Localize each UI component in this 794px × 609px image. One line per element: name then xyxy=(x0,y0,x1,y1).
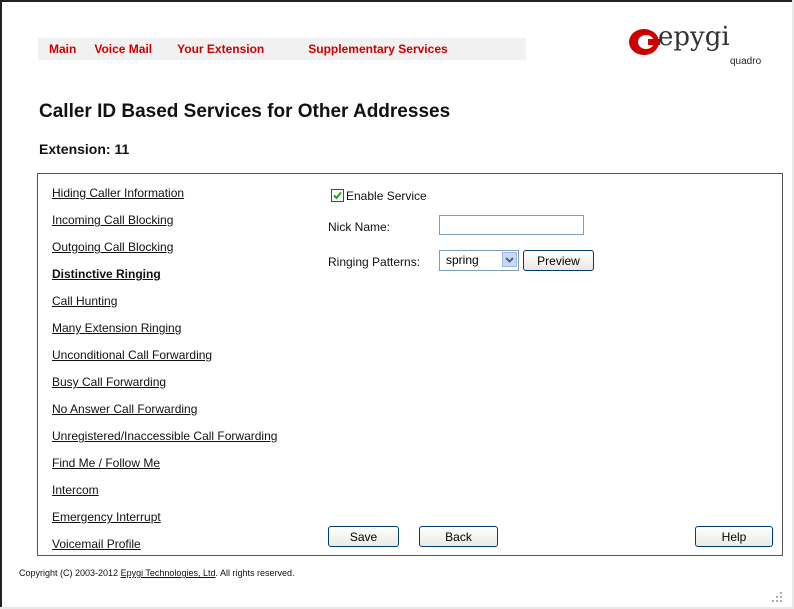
sidebar-item-voicemail-profile[interactable]: Voicemail Profile xyxy=(52,537,141,551)
sidebar-item-find-me-follow-me[interactable]: Find Me / Follow Me xyxy=(52,456,160,470)
copyright-suffix: . All rights reserved. xyxy=(215,568,295,578)
company-link[interactable]: Epygi Technologies, Ltd xyxy=(121,568,216,578)
sidebar-item-intercom[interactable]: Intercom xyxy=(52,483,99,497)
enable-service-label: Enable Service xyxy=(346,189,427,203)
ringing-patterns-selected: spring xyxy=(446,253,479,267)
sidebar-item-outgoing-call-blocking[interactable]: Outgoing Call Blocking xyxy=(52,240,173,254)
sidebar-item-hiding-caller-information[interactable]: Hiding Caller Information xyxy=(52,186,184,200)
nick-name-input[interactable] xyxy=(439,215,584,235)
ringing-patterns-label: Ringing Patterns: xyxy=(328,255,421,269)
logo-subtitle: quadro xyxy=(730,56,762,67)
nav-supplementary-services[interactable]: Supplementary Services xyxy=(308,42,447,56)
sidebar-item-unregistered-call-forwarding[interactable]: Unregistered/Inaccessible Call Forwardin… xyxy=(52,429,277,443)
page-title: Caller ID Based Services for Other Addre… xyxy=(39,101,451,122)
chevron-down-icon[interactable] xyxy=(502,252,517,267)
sidebar-item-many-extension-ringing[interactable]: Many Extension Ringing xyxy=(52,321,181,335)
services-sidebar: Hiding Caller Information Incoming Call … xyxy=(37,173,310,556)
top-navbar: Main Voice Mail Your Extension Supplemen… xyxy=(38,38,526,60)
extension-label: Extension: 11 xyxy=(39,141,130,157)
epygi-logo: epygi quadro xyxy=(628,22,768,82)
logo-brand: epygi xyxy=(658,22,730,52)
help-button[interactable]: Help xyxy=(695,526,773,547)
sidebar-item-busy-call-forwarding[interactable]: Busy Call Forwarding xyxy=(52,375,166,389)
epygi-logo-icon xyxy=(629,29,660,55)
ringing-patterns-select[interactable]: spring xyxy=(439,250,519,271)
checkmark-icon xyxy=(333,191,342,200)
service-settings-panel: Enable Service Nick Name: Ringing Patter… xyxy=(309,173,783,556)
nav-voice-mail[interactable]: Voice Mail xyxy=(94,42,152,56)
copyright-prefix: Copyright (C) 2003-2012 xyxy=(19,568,121,578)
nick-name-label: Nick Name: xyxy=(328,220,391,234)
sidebar-item-call-hunting[interactable]: Call Hunting xyxy=(52,294,117,308)
sidebar-item-distinctive-ringing[interactable]: Distinctive Ringing xyxy=(52,267,161,281)
sidebar-item-no-answer-call-forwarding[interactable]: No Answer Call Forwarding xyxy=(52,402,197,416)
nav-main[interactable]: Main xyxy=(49,42,76,56)
nav-your-extension[interactable]: Your Extension xyxy=(177,42,264,56)
save-button[interactable]: Save xyxy=(328,526,399,547)
sidebar-item-emergency-interrupt[interactable]: Emergency Interrupt xyxy=(52,510,161,524)
preview-button[interactable]: Preview xyxy=(523,250,594,271)
back-button[interactable]: Back xyxy=(419,526,498,547)
enable-service-checkbox[interactable] xyxy=(331,189,344,202)
resize-grip-icon[interactable] xyxy=(770,590,784,604)
sidebar-item-unconditional-call-forwarding[interactable]: Unconditional Call Forwarding xyxy=(52,348,212,362)
sidebar-item-incoming-call-blocking[interactable]: Incoming Call Blocking xyxy=(52,213,173,227)
copyright-footer: Copyright (C) 2003-2012 Epygi Technologi… xyxy=(19,568,295,578)
